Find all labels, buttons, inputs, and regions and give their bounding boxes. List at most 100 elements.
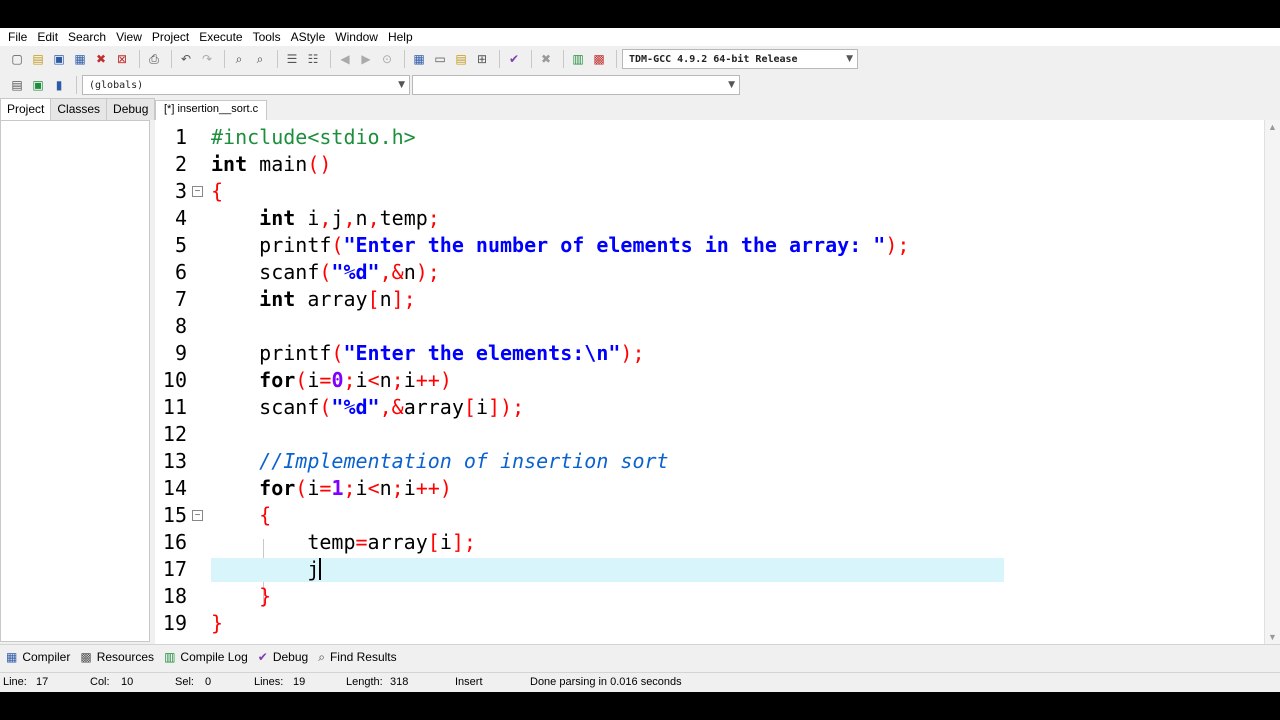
code-token: ]); [488,395,525,419]
tab-compiler[interactable]: ▦ Compiler [6,650,70,664]
toolbar-separator [76,76,77,94]
code-token: [ [367,287,380,311]
editor-vertical-scrollbar[interactable]: ▲ ▼ [1264,120,1280,644]
menu-tools[interactable]: Tools [248,28,286,46]
indent-icon[interactable]: ☰ [283,50,301,68]
line-number: 15 [162,503,187,527]
menu-search[interactable]: Search [63,28,111,46]
code-token: () [307,152,332,176]
line-number: 3 [174,179,187,203]
tab-classes[interactable]: Classes [50,98,108,120]
code-token: { [211,179,224,203]
open-icon[interactable]: ▤ [29,50,47,68]
new-project-icon[interactable]: ▦ [410,50,428,68]
compile-icon[interactable]: ✔ [505,50,523,68]
code-token: ]; [451,530,476,554]
find-icon[interactable]: ⌕ [230,50,248,68]
tab-find-results[interactable]: ⌕ Find Results [318,650,396,664]
line-number: 10 [162,368,187,392]
code-token: = [319,476,332,500]
member-select[interactable]: ▼ [412,75,740,95]
fold-collapse-icon[interactable]: − [192,186,203,197]
code-comment: //Implementation of insertion sort [259,449,669,473]
code-token: ; [391,368,404,392]
undo-icon[interactable]: ↶ [177,50,195,68]
goto-icon[interactable]: ⊙ [378,50,396,68]
code-line: 13 //Implementation of insertion sort [155,448,1264,475]
goto-declaration-icon[interactable]: ▣ [29,76,47,94]
save-all-icon[interactable]: ▦ [71,50,89,68]
status-length-label: Length: [346,676,383,688]
code-token: n [403,260,416,284]
replace-icon[interactable]: ⌕ [251,50,269,68]
project-panel-tabs: Project Classes Debug [0,98,156,120]
code-token: [ [463,395,476,419]
goto-definition-icon[interactable]: ▮ [50,76,68,94]
status-col-value: 10 [121,676,134,688]
new-file-icon[interactable]: ▢ [8,50,26,68]
code-token: n [355,206,368,230]
toolbar-separator [139,50,140,68]
code-line: 16 temp=array[i]; [155,529,1264,556]
tab-debug-output[interactable]: ✔ Debug [258,650,308,664]
menu-edit[interactable]: Edit [32,28,63,46]
scroll-down-icon[interactable]: ▼ [1268,632,1277,642]
class-browser-icon[interactable]: ▤ [8,76,26,94]
save-icon[interactable]: ▣ [50,50,68,68]
editor-tab[interactable]: [*] insertion__sort.c [155,100,268,120]
line-number: 9 [174,341,187,365]
code-text: { [211,502,271,529]
stop-icon[interactable]: ✖ [537,50,555,68]
code-token: i [307,368,320,392]
project-tree[interactable] [0,120,150,642]
tab-compile-log[interactable]: ▥ Compile Log [164,650,248,664]
code-token: ( [331,233,344,257]
menu-help[interactable]: Help [383,28,418,46]
print-icon[interactable]: ⎙ [145,50,163,68]
class-icon[interactable]: ▭ [431,50,449,68]
code-line: 2 int main() [155,151,1264,178]
forward-icon[interactable]: ▶ [357,50,375,68]
tab-debug[interactable]: Debug [106,98,156,120]
toolbar-separator [404,50,405,68]
menu-project[interactable]: Project [147,28,194,46]
line-number: 6 [174,260,187,284]
redo-icon[interactable]: ↷ [198,50,216,68]
menu-astyle[interactable]: AStyle [286,28,331,46]
code-token: n [379,476,392,500]
compiler-grid-icon: ▦ [6,649,18,664]
chart-icon[interactable]: ▥ [569,50,587,68]
code-token: ( [319,260,332,284]
code-line: 10 for(i=0;i<n;i++) [155,367,1264,394]
code-token: i [295,206,320,230]
menu-file[interactable]: File [3,28,32,46]
menu-window[interactable]: Window [330,28,383,46]
fold-collapse-icon[interactable]: − [192,510,203,521]
code-token: i [307,476,320,500]
tab-resources[interactable]: ▩ Resources [80,650,154,664]
profile-icon[interactable]: ▩ [590,50,608,68]
add-icon[interactable]: ▤ [452,50,470,68]
tab-project[interactable]: Project [0,98,52,120]
line-number: 7 [174,287,187,311]
compiler-select-value: TDM-GCC 4.9.2 64-bit Release [629,53,798,65]
tab-resources-label: Resources [96,649,155,664]
code-token: < [367,368,380,392]
back-icon[interactable]: ◀ [336,50,354,68]
code-token: ]; [391,287,416,311]
scroll-up-icon[interactable]: ▲ [1268,122,1277,132]
code-token: } [259,584,272,608]
remove-icon[interactable]: ⊞ [473,50,491,68]
compiler-select[interactable]: TDM-GCC 4.9.2 64-bit Release ▼ [622,49,858,69]
close-all-icon[interactable]: ⊠ [113,50,131,68]
line-number: 18 [162,584,187,608]
devcpp-window: File Edit Search View Project Execute To… [0,28,1280,692]
scope-select[interactable]: (globals) ▼ [82,75,410,95]
code-token: , [367,206,380,230]
menu-view[interactable]: View [111,28,147,46]
unindent-icon[interactable]: ☷ [304,50,322,68]
code-editor[interactable]: 1 #include<stdio.h> 2 int main() 3 − { 4… [155,120,1264,644]
menu-execute[interactable]: Execute [194,28,247,46]
close-icon[interactable]: ✖ [92,50,110,68]
